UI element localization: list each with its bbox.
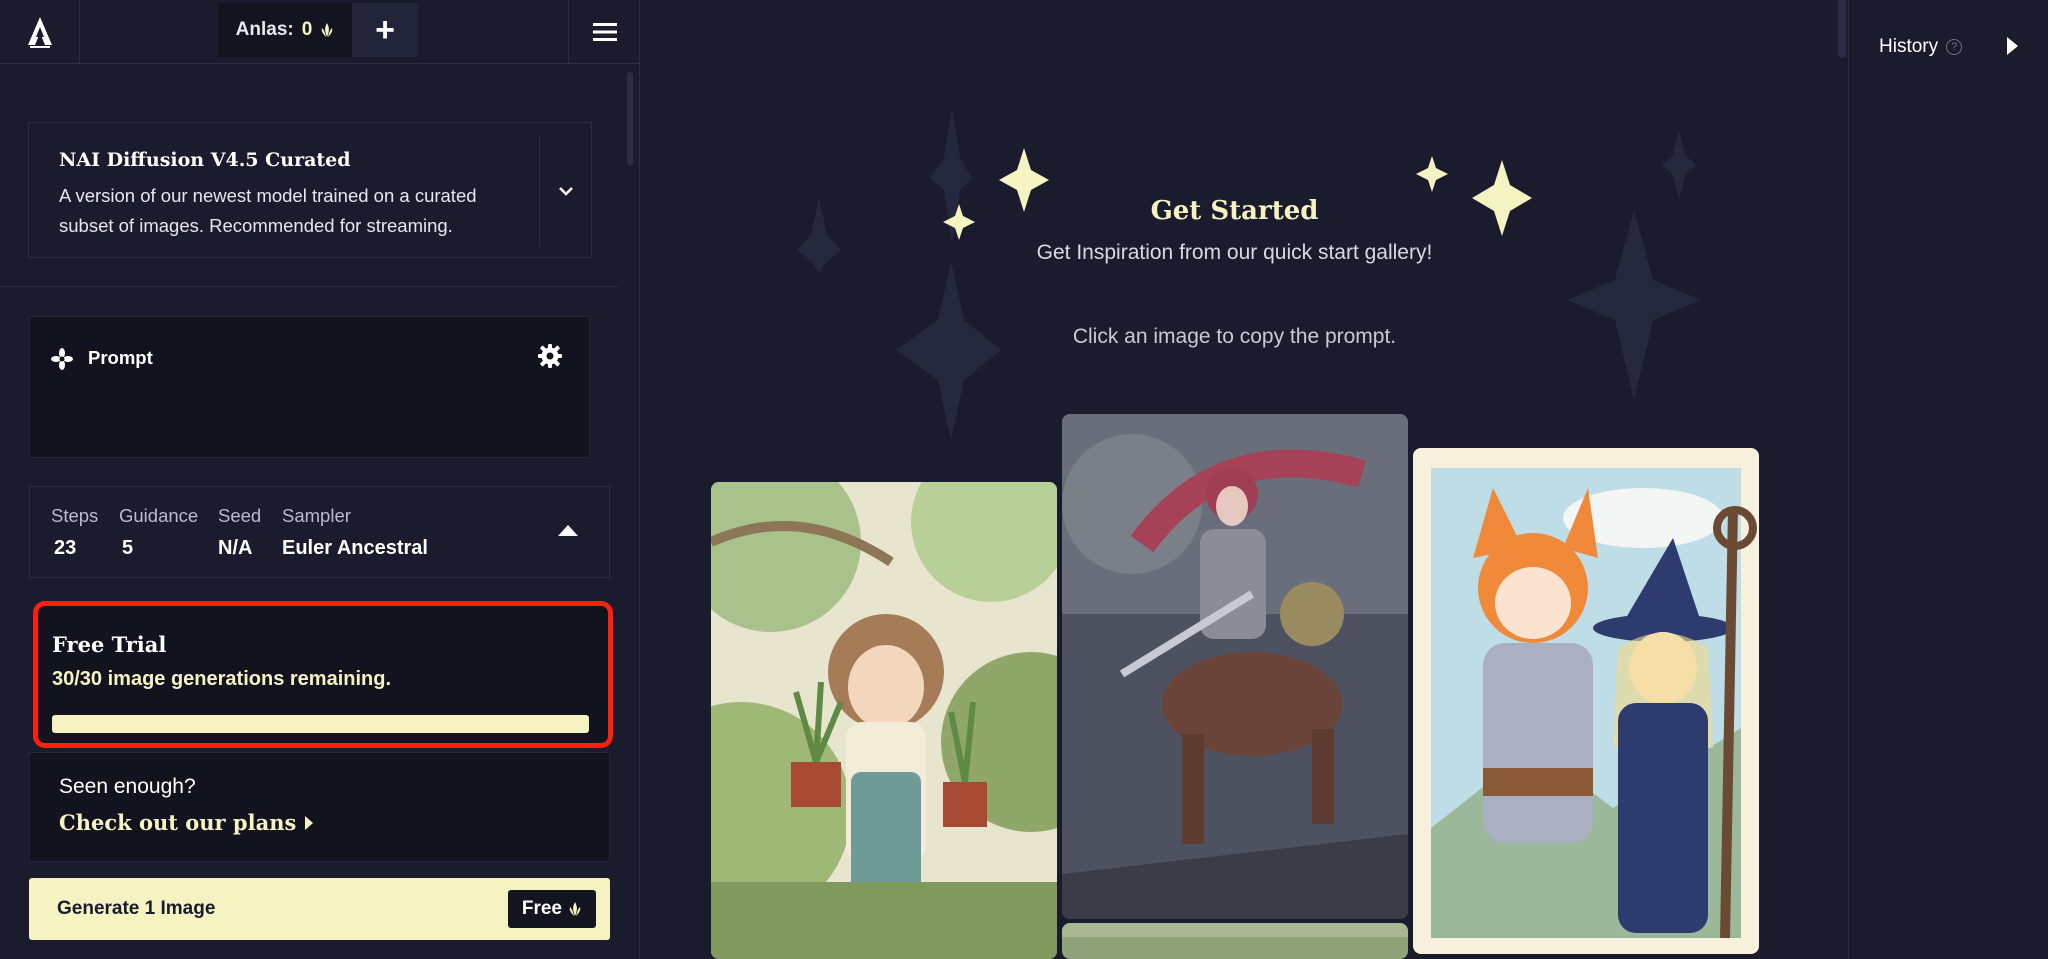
anlas-icon	[569, 902, 581, 916]
sampler-value: Euler Ancestral	[282, 537, 428, 559]
fox-witch-illustration	[1413, 448, 1759, 954]
free-trial-panel: Free Trial 30/30 image generations remai…	[33, 601, 613, 748]
param-sampler: Sampler Euler Ancestral	[282, 505, 428, 560]
generate-cost: Free	[521, 898, 562, 919]
check-plans-label: Check out our plans	[59, 810, 297, 835]
get-started-title: Get Started	[1150, 196, 1319, 226]
decorative-sparkles	[797, 108, 1701, 440]
sparkle-shape	[1662, 130, 1696, 200]
seed-value: N/A	[218, 537, 253, 559]
sparkle-shape	[1416, 156, 1448, 192]
free-trial-title: Free Trial	[52, 632, 167, 657]
model-description: A version of our newest model trained on…	[59, 185, 477, 236]
generation-params[interactable]: Steps 23 Guidance 5 Seed N/A Sampler Eul…	[29, 486, 610, 578]
generate-cost-badge: Free	[507, 890, 596, 928]
sparkle-shape	[896, 262, 1001, 440]
history-header: History ?	[1879, 36, 1963, 58]
logo-icon	[27, 17, 52, 48]
plans-panel: Seen enough? Check out our plans	[29, 752, 610, 862]
novelai-logo[interactable]	[0, 0, 80, 64]
seed-label: Seed	[218, 505, 262, 526]
trial-progress-bar	[52, 715, 589, 733]
help-icon[interactable]: ?	[1946, 39, 1963, 55]
copy-prompt-hint: Click an image to copy the prompt.	[1072, 325, 1397, 348]
main-scrollbar[interactable]	[1838, 0, 1846, 58]
anlas-icon	[322, 23, 333, 37]
anlas-balance[interactable]: Anlas: 0	[218, 3, 352, 57]
knight-illustration	[1062, 414, 1408, 919]
generations-remaining: 30/30 image generations remaining.	[52, 668, 392, 690]
param-steps: Steps 23	[51, 505, 98, 560]
menu-button[interactable]	[568, 0, 640, 64]
play-arrow-icon	[305, 815, 314, 830]
seen-enough-text: Seen enough?	[59, 775, 196, 798]
param-seed: Seed N/A	[218, 505, 261, 560]
history-panel: History ?	[1848, 0, 2048, 959]
sampler-label: Sampler	[282, 505, 351, 526]
prompt-box[interactable]: Prompt	[29, 316, 590, 458]
steps-value: 23	[54, 537, 77, 559]
trial-progress-fill	[52, 715, 589, 733]
anlas-label: Anlas:	[235, 19, 294, 40]
left-sidebar: Anlas: 0 + NAI Diffusion V4.5 Curated A …	[0, 0, 640, 959]
partial-image-illustration	[1062, 923, 1408, 959]
gallery-image-knight[interactable]	[1062, 414, 1408, 919]
model-name: NAI Diffusion V4.5 Curated	[59, 149, 351, 171]
guidance-value: 5	[122, 537, 134, 559]
generate-label: Generate 1 Image	[57, 898, 216, 919]
gardener-illustration	[711, 482, 1057, 959]
history-label: History	[1879, 36, 1939, 57]
hamburger-icon	[592, 23, 617, 41]
get-started-subtitle: Get Inspiration from our quick start gal…	[1036, 241, 1433, 264]
chevron-down-icon	[558, 187, 573, 196]
model-selector[interactable]: NAI Diffusion V4.5 Curated A version of …	[28, 122, 592, 258]
gallery-image-fox-witch[interactable]	[1413, 448, 1759, 954]
sparkle-shape	[1567, 210, 1701, 400]
steps-label: Steps	[51, 505, 99, 526]
check-plans-link[interactable]: Check out our plans	[59, 810, 314, 835]
param-guidance: Guidance 5	[119, 505, 198, 560]
generate-button[interactable]: Generate 1 Image Free	[29, 878, 610, 940]
guidance-label: Guidance	[119, 505, 199, 526]
gallery-image-partial[interactable]	[1062, 923, 1408, 959]
caret-up-icon[interactable]	[557, 523, 579, 537]
sidebar-scrollbar[interactable]	[627, 72, 633, 166]
expand-arrow-icon[interactable]	[2005, 36, 2019, 56]
anlas-value: 0	[301, 19, 313, 40]
add-anlas-button[interactable]: +	[352, 3, 418, 57]
gallery-image-gardener[interactable]	[711, 482, 1057, 959]
model-dropdown-toggle[interactable]	[539, 135, 591, 247]
main-area: Get Started Get Inspiration from our qui…	[641, 0, 1848, 959]
sparkle-flower-icon	[51, 348, 73, 370]
sidebar-topbar: Anlas: 0 +	[0, 0, 640, 64]
gear-icon[interactable]	[537, 343, 563, 369]
divider	[0, 286, 618, 287]
prompt-label: Prompt	[88, 347, 153, 368]
